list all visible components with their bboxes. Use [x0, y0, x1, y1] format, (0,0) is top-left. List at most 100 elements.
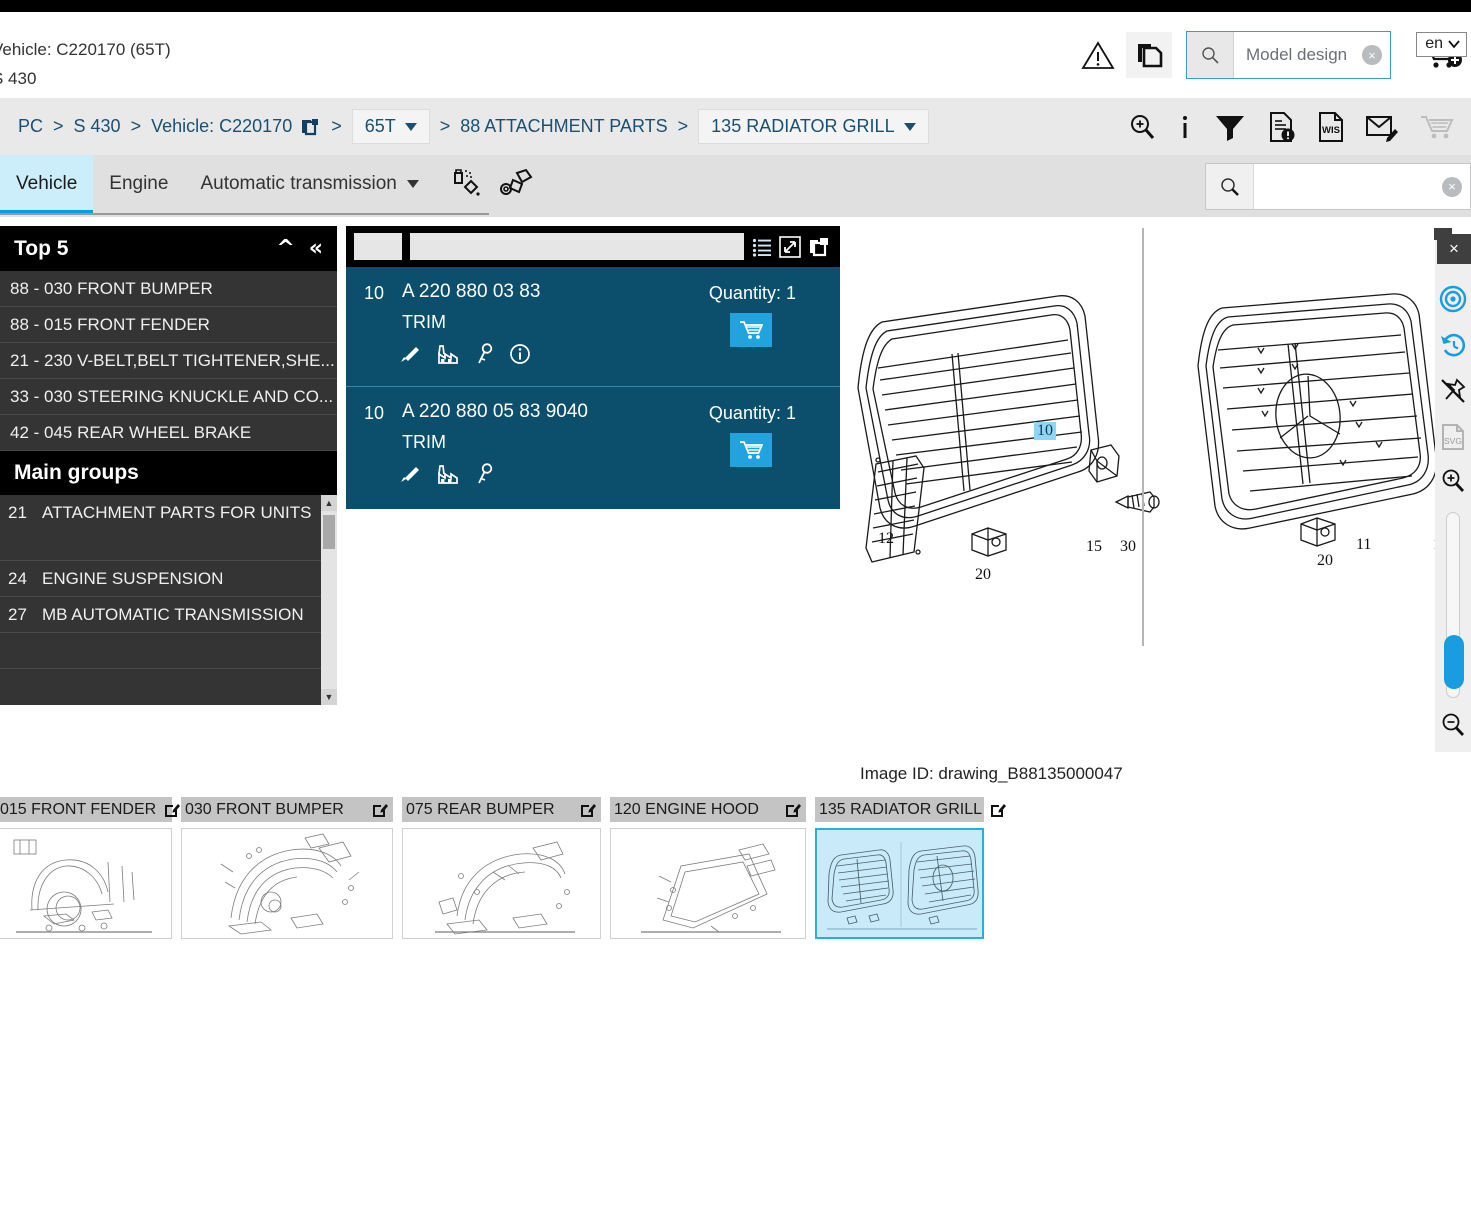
top5-item[interactable]: 88 - 030 FRONT BUMPER [0, 271, 337, 307]
technical-drawing-area[interactable]: 10 15 30 20 12 20 11 [840, 226, 1471, 746]
callout-10[interactable]: 10 [1034, 422, 1056, 440]
scroll-up-icon[interactable]: ▲ [321, 495, 337, 511]
model-search-box[interactable]: × [1186, 31, 1391, 79]
unpin-icon[interactable] [1435, 370, 1471, 412]
breadcrumb-item-attachment-parts[interactable]: 88 ATTACHMENT PARTS [460, 116, 667, 137]
info-icon[interactable] [1177, 112, 1193, 142]
main-group-item[interactable]: 21 ATTACHMENT PARTS FOR UNITS [0, 495, 337, 561]
breadcrumb-item-model[interactable]: S 430 [74, 116, 121, 137]
drawing-toolbar: × SVG [1434, 228, 1471, 752]
top5-item[interactable]: 42 - 045 REAR WHEEL BRAKE [0, 415, 337, 451]
main-group-number: 24 [8, 568, 27, 588]
duplicate-window-icon[interactable] [808, 236, 830, 258]
main-group-item-partial[interactable] [0, 633, 337, 669]
thumbnail-item[interactable]: 075 REAR BUMPER [402, 797, 601, 939]
callout-20-right[interactable]: 20 [1317, 552, 1333, 570]
expand-fullscreen-icon[interactable] [779, 235, 801, 258]
double-chevron-left-icon[interactable]: « [309, 237, 323, 260]
scrollbar-thumb[interactable] [323, 515, 335, 549]
copy-documents-icon[interactable] [1126, 32, 1172, 78]
target-focus-icon[interactable] [1435, 278, 1471, 320]
breadcrumb-chip-radiator-grill[interactable]: 135 RADIATOR GRILL [698, 109, 929, 144]
paint-spray-icon[interactable] [449, 167, 483, 201]
thumbnail-label: 075 REAR BUMPER [406, 800, 555, 818]
thumbnail-image[interactable] [815, 828, 984, 939]
parts-search-box[interactable]: × [1205, 163, 1471, 210]
main-groups-title: Main groups [14, 461, 139, 484]
thumbnail-image[interactable] [610, 828, 806, 939]
thumbnail-caption[interactable]: 135 RADIATOR GRILL [815, 797, 1007, 822]
main-group-item[interactable]: 24 ENGINE SUSPENSION [0, 561, 337, 597]
edit-pencil-icon[interactable] [164, 802, 181, 818]
callout-12[interactable]: 12 [878, 530, 894, 548]
top5-item[interactable]: 33 - 030 STEERING KNUCKLE AND CO... [0, 379, 337, 415]
callout-20[interactable]: 20 [975, 566, 991, 584]
callout-15[interactable]: 15 [1086, 538, 1102, 556]
language-selector[interactable]: en [1416, 32, 1467, 57]
paintbrush-icon[interactable] [400, 344, 422, 364]
key-icon[interactable] [476, 463, 494, 485]
mail-edit-icon[interactable] [1365, 112, 1399, 142]
parts-list-panel: 10 A 220 880 03 83 TRIM Quantity: 1 10 A… [346, 226, 840, 509]
paintbrush-icon[interactable] [400, 464, 422, 484]
tab-vehicle[interactable]: Vehicle [0, 155, 94, 213]
zoom-out-icon[interactable] [1435, 704, 1471, 746]
chevron-up-icon[interactable]: ^ [276, 237, 294, 260]
add-to-cart-button[interactable] [730, 313, 772, 347]
breadcrumb-copy-icon[interactable] [299, 116, 321, 138]
thumbnail-caption[interactable]: 120 ENGINE HOOD [610, 797, 806, 822]
scroll-down-icon[interactable]: ▼ [321, 689, 337, 705]
zoom-slider[interactable] [1444, 512, 1464, 698]
svg-export-icon[interactable]: SVG [1435, 416, 1471, 458]
thumbnail-image[interactable] [181, 828, 393, 939]
top5-item[interactable]: 21 - 230 V-BELT,BELT TIGHTENER,SHE... [0, 343, 337, 379]
edit-pencil-icon[interactable] [580, 802, 596, 818]
left-sidebar: Top 5 ^ « 88 - 030 FRONT BUMPER 88 - 015… [0, 226, 337, 705]
parts-search-clear-icon[interactable]: × [1442, 176, 1462, 197]
thumbnail-caption[interactable]: 075 REAR BUMPER [402, 797, 601, 822]
key-icon[interactable] [476, 343, 494, 365]
close-icon[interactable]: × [1434, 228, 1471, 264]
thumbnail-image[interactable] [0, 828, 172, 939]
filter-icon[interactable] [1213, 112, 1247, 142]
callout-30[interactable]: 30 [1120, 538, 1136, 556]
factory-icon[interactable] [437, 344, 461, 364]
main-group-item[interactable]: 27 MB AUTOMATIC TRANSMISSION [0, 597, 337, 633]
main-groups-scrollbar[interactable]: ▲ ▼ [321, 495, 337, 705]
callout-11[interactable]: 11 [1356, 536, 1371, 554]
add-to-cart-button[interactable] [730, 433, 772, 467]
tab-automatic-transmission[interactable]: Automatic transmission [184, 155, 434, 213]
wis-document-icon[interactable]: WIS [1317, 111, 1345, 143]
zoom-search-icon[interactable] [1127, 112, 1157, 142]
thumbnail-item[interactable]: 120 ENGINE HOOD [610, 797, 806, 939]
thumbnail-item-selected[interactable]: 135 RADIATOR GRILL [815, 797, 1007, 939]
top5-item[interactable]: 88 - 015 FRONT FENDER [0, 307, 337, 343]
info-circle-icon[interactable] [509, 343, 531, 365]
thumbnail-item[interactable]: 030 FRONT BUMPER [181, 797, 393, 939]
zoom-in-icon[interactable] [1435, 460, 1471, 502]
thumbnail-item[interactable]: 015 FRONT FENDER [0, 797, 181, 939]
part-row[interactable]: 10 A 220 880 05 83 9040 TRIM Quantity: 1 [346, 387, 840, 509]
edit-pencil-icon[interactable] [990, 802, 1007, 818]
thumbnail-caption[interactable]: 030 FRONT BUMPER [181, 797, 393, 822]
model-search-clear-icon[interactable]: × [1362, 45, 1382, 65]
app-header: Vehicle: C220170 (65T) S 430 [0, 12, 1471, 98]
thumbnail-caption[interactable]: 015 FRONT FENDER [0, 797, 181, 822]
breadcrumb-chip-65t[interactable]: 65T [351, 109, 430, 144]
edit-pencil-icon[interactable] [372, 802, 388, 818]
history-undo-icon[interactable] [1435, 324, 1471, 366]
list-view-icon[interactable] [752, 237, 772, 257]
breadcrumb-item-pc[interactable]: PC [18, 116, 43, 137]
part-row[interactable]: 10 A 220 880 03 83 TRIM Quantity: 1 [346, 267, 840, 387]
breadcrumb-item-vehicle[interactable]: Vehicle: C220170 [151, 116, 292, 137]
edit-pencil-icon[interactable] [785, 802, 801, 818]
warning-triangle-icon[interactable] [1078, 35, 1118, 75]
document-alert-icon[interactable] [1267, 111, 1297, 143]
clip-part-20-right [1300, 517, 1336, 547]
factory-icon[interactable] [437, 464, 461, 484]
parts-search-input[interactable] [1254, 164, 1470, 209]
tab-engine[interactable]: Engine [93, 155, 184, 213]
bolt-nut-icon[interactable] [499, 167, 533, 201]
thumbnail-image[interactable] [402, 828, 601, 939]
zoom-slider-thumb[interactable] [1444, 635, 1464, 689]
